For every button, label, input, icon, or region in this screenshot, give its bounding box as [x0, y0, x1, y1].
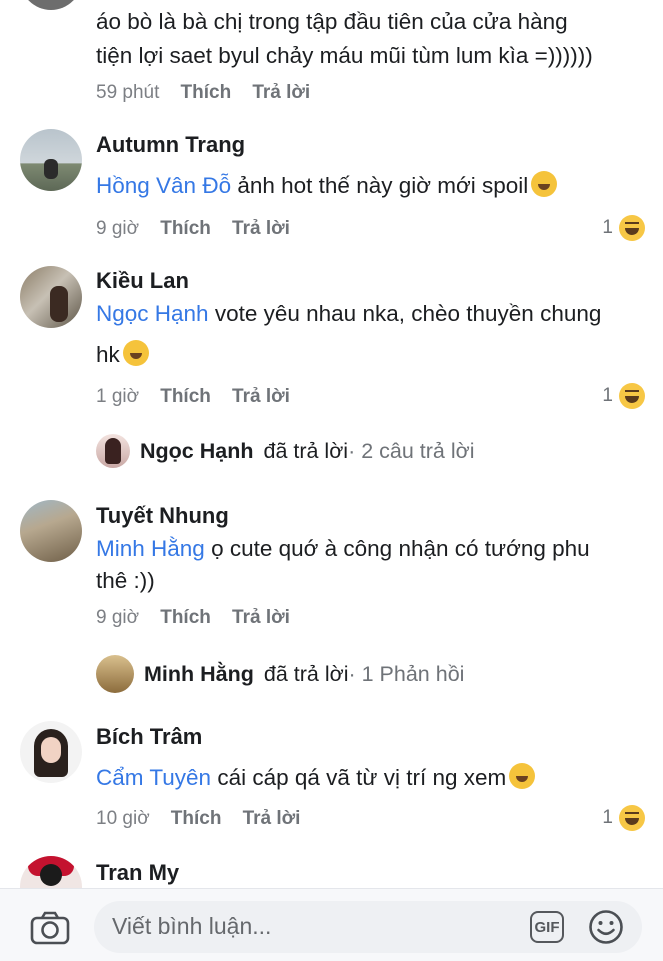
mention-link[interactable]: Cẩm Tuyên — [96, 765, 211, 790]
mention-link[interactable]: Hồng Vân Đỗ — [96, 173, 231, 198]
comment-text: Minh Hằng ọ cute quớ à công nhận có tướn… — [96, 529, 590, 569]
avatar — [96, 655, 134, 693]
comment-body: ảnh hot thế này giờ mới spoil — [231, 173, 529, 198]
comment-time: 1 giờ — [96, 386, 140, 407]
avatar — [96, 434, 130, 468]
comment-meta: 9 giờ Thích Trả lời — [96, 607, 290, 629]
commenter-name[interactable]: Tran My — [96, 860, 179, 886]
comment-meta: 59 phút Thích Trả lời — [96, 82, 310, 104]
reply-button[interactable]: Trả lời — [243, 808, 301, 829]
comment-meta: 1 giờ Thích Trả lời — [96, 386, 290, 408]
commenter-name[interactable]: Autumn Trang — [96, 132, 245, 158]
comment-item: Bích Trâm Cẩm Tuyên cái cáp qá vã từ vị … — [0, 718, 663, 848]
comment-input[interactable]: Viết bình luận... GIF — [94, 901, 642, 953]
haha-reaction-icon — [619, 215, 645, 241]
comment-body: hk — [96, 342, 120, 367]
like-button[interactable]: Thích — [181, 82, 232, 103]
reaction-summary[interactable]: 1 — [602, 383, 645, 409]
comment-input-placeholder: Viết bình luận... — [112, 913, 272, 939]
avatar[interactable] — [20, 0, 82, 10]
comment-item: Tran My — [0, 854, 663, 888]
emoji-icon[interactable] — [588, 909, 624, 945]
reply-action: đã trả lời — [263, 661, 349, 686]
comment-text-line: thê :)) — [96, 568, 155, 593]
mention-link[interactable]: Minh Hằng — [96, 536, 205, 561]
comment-text: Hồng Vân Đỗ ảnh hot thế này giờ mới spoi… — [96, 166, 558, 206]
reaction-count: 1 — [602, 807, 613, 828]
rolling-laugh-emoji-icon — [509, 763, 536, 789]
haha-reaction-icon — [619, 805, 645, 831]
comment-text: Ngọc Hạnh vote yêu nhau nka, chèo thuyền… — [96, 294, 601, 334]
comment-body: vote yêu nhau nka, chèo thuyền chung — [208, 301, 602, 326]
like-button[interactable]: Thích — [171, 808, 222, 829]
reply-button[interactable]: Trả lời — [232, 218, 290, 239]
reply-button[interactable]: Trả lời — [232, 607, 290, 628]
crying-laugh-emoji-icon — [122, 340, 149, 366]
reply-count: · 2 câu trả lời — [348, 438, 475, 463]
comment-time: 9 giờ — [96, 218, 140, 239]
commenter-name[interactable]: Kiều Lan — [96, 268, 189, 294]
comment-item: Kiều Lan Ngọc Hạnh vote yêu nhau nka, ch… — [0, 262, 663, 492]
avatar[interactable] — [20, 500, 82, 562]
reply-action: đã trả lời — [263, 438, 349, 463]
commenter-name[interactable]: Tuyết Nhung — [96, 503, 229, 529]
avatar[interactable] — [20, 266, 82, 328]
like-button[interactable]: Thích — [160, 607, 211, 628]
reply-count: · 1 Phản hồi — [348, 661, 465, 686]
reply-button[interactable]: Trả lời — [252, 82, 310, 103]
reaction-count: 1 — [602, 385, 613, 406]
comment-time: 59 phút — [96, 82, 160, 103]
avatar[interactable] — [20, 129, 82, 191]
comment-item: Autumn Trang Hồng Vân Đỗ ảnh hot thế này… — [0, 126, 663, 246]
comment-text-line: tiện lợi saet byul chảy máu mũi tùm lum … — [96, 43, 593, 68]
gif-icon[interactable]: GIF — [530, 911, 564, 943]
reply-button[interactable]: Trả lời — [232, 386, 290, 407]
comment-body: ọ cute quớ à công nhận có tướng phu — [204, 536, 590, 561]
reaction-summary[interactable]: 1 — [602, 215, 645, 241]
commenter-name[interactable]: Bích Trâm — [96, 724, 202, 750]
like-button[interactable]: Thích — [160, 218, 211, 239]
reply-author: Minh Hằng — [144, 661, 254, 686]
comment-time: 9 giờ — [96, 607, 140, 628]
crying-laugh-emoji-icon — [531, 171, 558, 197]
comment-time: 10 giờ — [96, 808, 150, 829]
comment-body: cái cáp qá vã từ vị trí ng xem — [211, 765, 507, 790]
comment-meta: 10 giờ Thích Trả lời — [96, 808, 300, 830]
reply-author: Ngọc Hạnh — [140, 438, 254, 463]
comment-composer: Viết bình luận... GIF — [0, 888, 663, 961]
avatar[interactable] — [20, 856, 82, 888]
avatar[interactable] — [20, 721, 82, 783]
view-replies-link[interactable]: Minh Hằng đã trả lời · 1 Phản hồi — [96, 655, 464, 693]
reaction-count: 1 — [602, 217, 613, 238]
comment-meta: 9 giờ Thích Trả lời — [96, 218, 290, 240]
camera-icon[interactable] — [30, 911, 70, 945]
comment-text: Cẩm Tuyên cái cáp qá vã từ vị trí ng xem — [96, 758, 536, 798]
comment-text-line: hk — [96, 335, 149, 375]
reaction-summary[interactable]: 1 — [602, 805, 645, 831]
like-button[interactable]: Thích — [160, 386, 211, 407]
view-replies-link[interactable]: Ngọc Hạnh đã trả lời · 2 câu trả lời — [96, 434, 475, 468]
comment-item: Tuyết Nhung Minh Hằng ọ cute quớ à công … — [0, 497, 663, 707]
haha-reaction-icon — [619, 383, 645, 409]
comment-top: áo bò là bà chị trong tập đầu tiên của c… — [0, 0, 663, 110]
mention-link[interactable]: Ngọc Hạnh — [96, 301, 209, 326]
